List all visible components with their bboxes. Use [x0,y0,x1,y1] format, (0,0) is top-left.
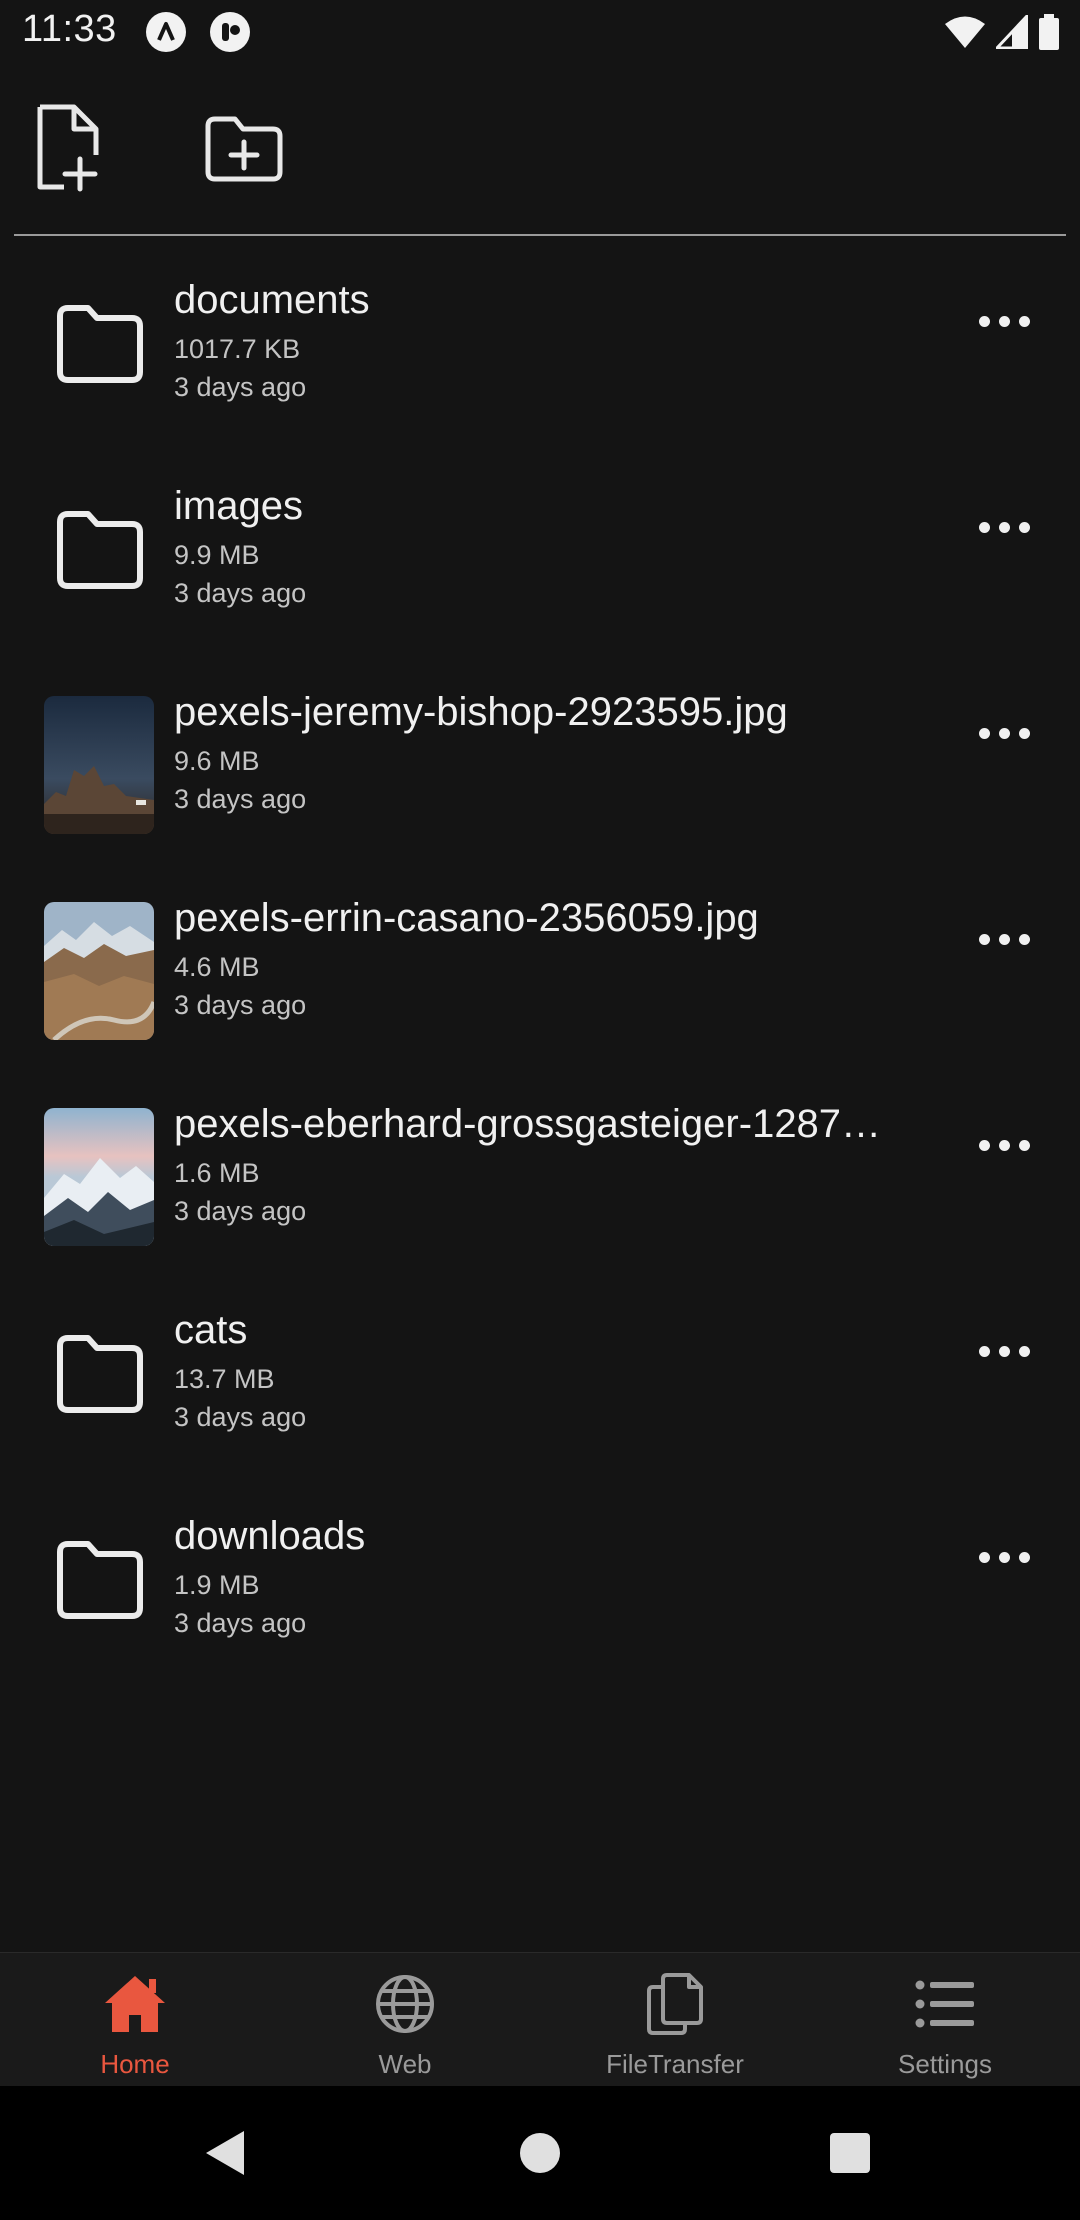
file-size: 9.6 MB [174,746,260,776]
file-name: downloads [174,1514,366,1558]
file-name: pexels-eberhard-grossgasteiger-1287… [174,1102,882,1146]
file-size: 1.9 MB [174,1570,260,1600]
folder-icon [50,1530,150,1630]
file-name: cats [174,1308,248,1352]
file-size: 1017.7 KB [174,334,301,364]
image-thumbnail [44,902,154,1040]
file-date: 3 days ago [174,1196,307,1226]
file-size: 9.9 MB [174,540,260,570]
more-options-button[interactable] [964,1120,1044,1170]
app-notification-icon [146,12,186,52]
file-size: 4.6 MB [174,952,260,982]
file-row-image[interactable]: pexels-eberhard-grossgasteiger-1287… 1.6… [0,1094,1080,1300]
image-thumbnail [44,1108,154,1246]
status-time: 11:33 [22,8,117,50]
home-circle-icon[interactable] [505,2118,575,2188]
globe-icon [370,1969,440,2039]
file-row-cats[interactable]: cats 13.7 MB 3 days ago [0,1300,1080,1506]
copy-files-icon [640,1969,710,2039]
file-name: documents [174,278,370,322]
file-date: 3 days ago [174,1402,307,1432]
bottom-navigation: Home Web FileTransfer Settings [0,1952,1080,2086]
toolbar-divider [14,234,1066,236]
more-options-button[interactable] [964,502,1044,552]
home-icon [100,1969,170,2039]
file-date: 3 days ago [174,784,307,814]
file-date: 3 days ago [174,990,307,1020]
app-notification-icon-2 [210,12,250,52]
more-options-button[interactable] [964,1326,1044,1376]
cellular-signal-icon [993,11,1029,54]
list-icon [910,1969,980,2039]
status-bar: 11:33 [0,0,1080,70]
folder-icon [50,294,150,394]
recents-icon[interactable] [815,2118,885,2188]
nav-web[interactable]: Web [270,1953,540,2086]
file-plus-icon [34,103,104,198]
nav-label: Web [378,2049,432,2079]
new-folder-button[interactable] [196,106,292,196]
nav-settings[interactable]: Settings [810,1953,1080,2086]
new-file-button[interactable] [26,102,112,198]
file-size: 13.7 MB [174,1364,275,1394]
screen: 11:33 documents 1017.7 KB 3 days ago ima… [0,0,1080,2220]
toolbar [0,70,1080,235]
nav-home[interactable]: Home [0,1953,270,2086]
folder-icon [50,500,150,600]
more-options-button[interactable] [964,296,1044,346]
file-name: images [174,484,303,528]
file-name: pexels-errin-casano-2356059.jpg [174,896,759,940]
file-row-image[interactable]: pexels-jeremy-bishop-2923595.jpg 9.6 MB … [0,682,1080,888]
file-row-image[interactable]: pexels-errin-casano-2356059.jpg 4.6 MB 3… [0,888,1080,1094]
more-options-button[interactable] [964,1532,1044,1582]
folder-plus-icon [203,114,285,189]
battery-icon [1038,13,1060,55]
file-row-images[interactable]: images 9.9 MB 3 days ago [0,476,1080,682]
file-date: 3 days ago [174,1608,307,1638]
file-size: 1.6 MB [174,1158,260,1188]
file-row-downloads[interactable]: downloads 1.9 MB 3 days ago [0,1506,1080,1712]
file-row-documents[interactable]: documents 1017.7 KB 3 days ago [0,270,1080,476]
system-navigation-bar [0,2086,1080,2220]
more-options-button[interactable] [964,914,1044,964]
folder-icon [50,1324,150,1424]
more-options-button[interactable] [964,708,1044,758]
image-thumbnail [44,696,154,834]
file-name: pexels-jeremy-bishop-2923595.jpg [174,690,788,734]
file-date: 3 days ago [174,578,307,608]
status-icons [944,11,1060,55]
file-list: documents 1017.7 KB 3 days ago images 9.… [0,270,1080,1712]
nav-label: Home [100,2049,170,2079]
nav-label: Settings [898,2049,992,2079]
wifi-icon [944,15,986,54]
back-icon[interactable] [190,2118,260,2188]
nav-filetransfer[interactable]: FileTransfer [540,1953,810,2086]
file-date: 3 days ago [174,372,307,402]
nav-label: FileTransfer [606,2049,744,2079]
